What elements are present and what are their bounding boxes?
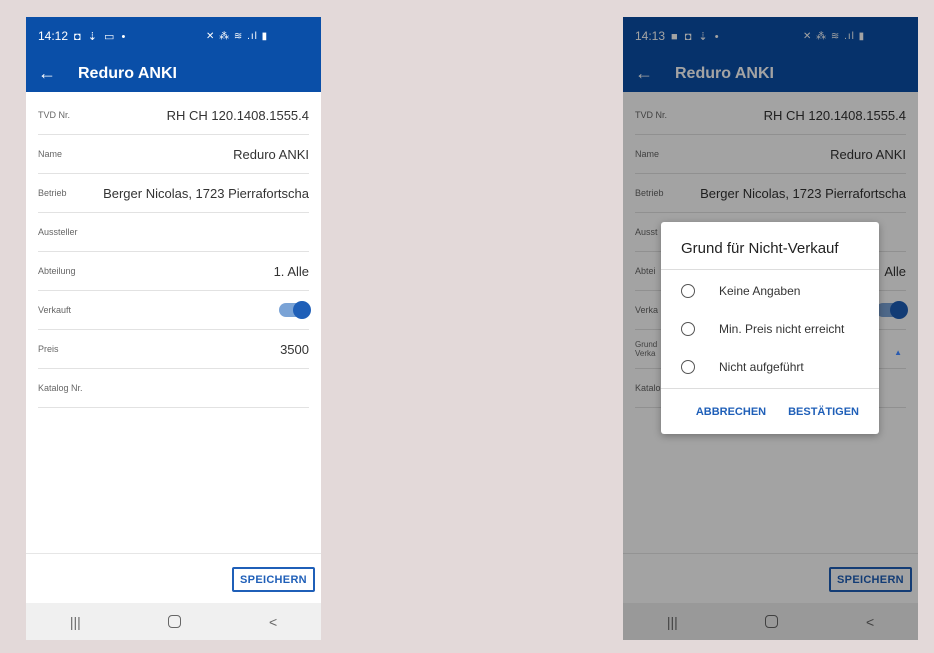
option-label: Keine Angaben [719, 284, 801, 298]
phone-screen-left: 14:12 ◘ ⇣ ▭ • ✕ ⁂ ≋ .ıl ▮ ← Reduro ANKI … [26, 17, 321, 640]
home-icon[interactable] [168, 615, 182, 628]
cancel-button[interactable]: ABBRECHEN [696, 406, 766, 418]
field-katalog-nr[interactable]: Katalog Nr. [38, 369, 309, 408]
field-label: Abteilung [38, 266, 76, 276]
confirm-button[interactable]: BESTÄTIGEN [788, 406, 859, 418]
field-value: Reduro ANKI [233, 146, 309, 162]
footer-bar: SPEICHERN [26, 553, 321, 603]
radio-button-icon[interactable] [681, 284, 695, 298]
field-value[interactable]: 1. Alle [274, 264, 309, 279]
verkauft-toggle[interactable] [279, 301, 311, 319]
dialog-title: Grund für Nicht-Verkauf [661, 222, 879, 270]
dialog-actions: ABBRECHEN BESTÄTIGEN [661, 388, 879, 434]
status-time: 14:12 [38, 29, 69, 43]
option-label: Min. Preis nicht erreicht [719, 322, 845, 336]
recents-icon[interactable]: ||| [70, 614, 81, 630]
radio-option-keine-angaben[interactable]: Keine Angaben [661, 272, 879, 310]
reason-dialog: Grund für Nicht-Verkauf Keine Angaben Mi… [661, 222, 879, 434]
field-value: Berger Nicolas, 1723 Pierrafortscha [103, 185, 309, 201]
field-label: Aussteller [38, 227, 78, 237]
radio-option-nicht-aufgefuehrt[interactable]: Nicht aufgeführt [661, 348, 879, 386]
field-name: Name Reduro ANKI [38, 135, 309, 174]
back-nav-icon[interactable]: < [269, 614, 277, 630]
field-label: Verkauft [38, 305, 72, 315]
field-preis[interactable]: Preis 3500 [38, 330, 309, 369]
status-bar: 14:12 ◘ ⇣ ▭ • ✕ ⁂ ≋ .ıl ▮ [26, 17, 321, 55]
field-label: Katalog Nr. [38, 383, 83, 393]
save-button[interactable]: SPEICHERN [232, 567, 315, 592]
field-verkauft: Verkauft [38, 291, 311, 330]
system-nav-bar: ||| < [26, 603, 321, 640]
arrow-left-icon[interactable]: ← [38, 63, 78, 84]
radio-button-icon[interactable] [681, 322, 695, 336]
field-value: RH CH 120.1408.1555.4 [166, 107, 309, 123]
phone-screen-right: 14:13 ■ ◘ ⇣ • ✕ ⁂ ≋ .ıl ▮ ← Reduro ANKI … [623, 17, 918, 640]
field-label: TVD Nr. [38, 110, 71, 120]
field-value[interactable]: 3500 [280, 342, 309, 357]
field-betrieb: Betrieb Berger Nicolas, 1723 Pierraforts… [38, 174, 309, 213]
field-abteilung[interactable]: Abteilung 1. Alle [38, 252, 309, 291]
radio-option-min-preis[interactable]: Min. Preis nicht erreicht [661, 310, 879, 348]
option-label: Nicht aufgeführt [719, 360, 804, 374]
app-bar: ← Reduro ANKI [26, 55, 321, 92]
field-label: Name [38, 149, 63, 159]
notification-icons: ◘ ⇣ ▭ • [74, 30, 128, 43]
radio-button-icon[interactable] [681, 360, 695, 374]
field-label: Preis [38, 344, 59, 354]
system-status-icons: ✕ ⁂ ≋ .ıl ▮ [206, 30, 269, 42]
caret-up-icon: ▲ [894, 348, 902, 357]
field-tvd-nr: TVD Nr. RH CH 120.1408.1555.4 [38, 96, 309, 135]
field-aussteller[interactable]: Aussteller [38, 213, 309, 252]
field-label: Betrieb [38, 188, 67, 198]
page-title: Reduro ANKI [78, 64, 177, 82]
